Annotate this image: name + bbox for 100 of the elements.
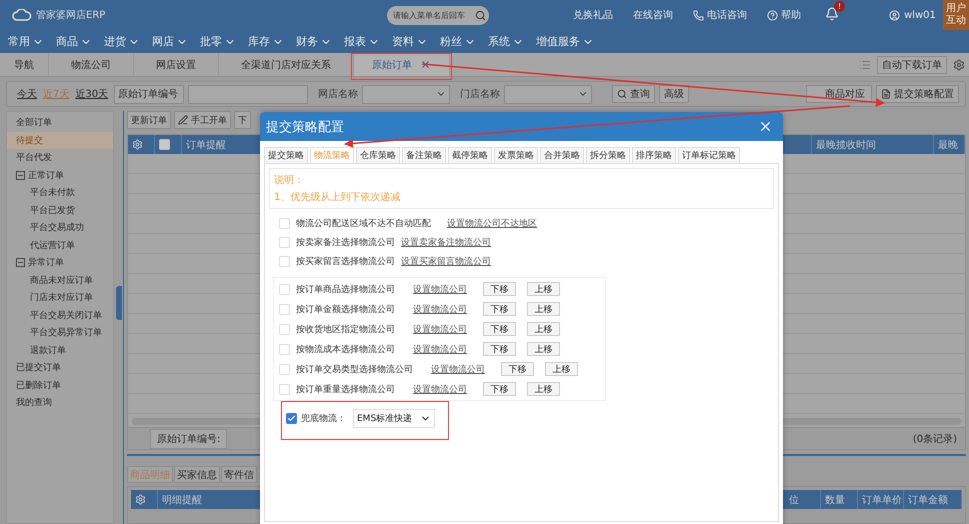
user-interaction-badge[interactable]: 用户 互动	[943, 0, 969, 30]
sidebar-item[interactable]: 平台已发货	[7, 202, 113, 219]
page-tab[interactable]: 导航	[0, 53, 49, 76]
header-link[interactable]: 兑换礼品	[573, 8, 613, 22]
settings-link[interactable]: 设置物流公司	[413, 282, 467, 296]
strategy-tab[interactable]: 拆分策略	[586, 147, 630, 164]
sidebar-item[interactable]: 全部订单	[7, 114, 113, 132]
sidebar-item[interactable]: 正常订单	[7, 166, 113, 184]
note-title: 说明：	[274, 174, 305, 187]
store-label: 门店名称	[460, 88, 500, 101]
checkbox[interactable]	[159, 139, 170, 150]
strategy-tab[interactable]: 仓库策略	[356, 147, 400, 164]
strategy-config-button[interactable]: 提交策略配置	[876, 85, 959, 103]
date-range-link[interactable]: 近30天	[75, 87, 108, 101]
checkbox[interactable]	[286, 413, 297, 424]
field-select[interactable]: 原始订单编号	[114, 84, 184, 104]
menu-item[interactable]: 批零	[200, 34, 236, 49]
sidebar-item[interactable]: 平台交易异常订单	[7, 324, 113, 342]
detail-tab[interactable]: 买家信息	[174, 466, 220, 483]
move-up-button[interactable]: 上移	[527, 342, 560, 356]
sidebar-item[interactable]: 平台交易关闭订单	[7, 306, 113, 324]
move-up-button[interactable]: 上移	[545, 362, 578, 376]
strategy-tab[interactable]: 订单标记策略	[678, 147, 740, 164]
strategy-tab[interactable]: 合并策略	[540, 147, 584, 164]
move-down-button[interactable]: 下移	[483, 382, 516, 396]
settings-link[interactable]: 设置物流公司	[431, 362, 485, 376]
settings-link[interactable]: 设置物流公司	[413, 382, 467, 396]
menu-item[interactable]: 进货	[104, 34, 140, 49]
page-tab[interactable]: 物流公司	[49, 53, 134, 76]
strategy-tab[interactable]: 排序策略	[632, 147, 676, 164]
page-tab[interactable]: 网店设置	[134, 53, 219, 76]
sidebar-item[interactable]: 平台代发	[7, 149, 113, 166]
move-up-button[interactable]: 上移	[527, 322, 560, 336]
settings-link[interactable]: 设置物流公司不达地区	[447, 217, 537, 230]
menu-item[interactable]: 粉丝	[440, 34, 476, 49]
settings-link[interactable]: 设置物流公司	[413, 342, 467, 356]
strategy-tab[interactable]: 发票策略	[494, 147, 538, 164]
fallback-select[interactable]: EMS标准快递	[353, 409, 435, 428]
menu-item[interactable]: 报表	[344, 34, 380, 49]
settings-link[interactable]: 设置物流公司	[413, 322, 467, 336]
strategy-tab[interactable]: 备注策略	[402, 147, 446, 164]
move-down-button[interactable]: 下移	[483, 302, 516, 316]
menu-item[interactable]: 财务	[296, 34, 332, 49]
auto-download-button[interactable]: 自动下载订单	[877, 56, 947, 74]
move-up-button[interactable]: 上移	[527, 382, 560, 396]
menu-search-field[interactable]: 请输入菜单名后回车	[387, 6, 489, 24]
collapse-handle[interactable]	[116, 286, 122, 320]
user-menu[interactable]: wlw01	[889, 10, 936, 20]
move-down-button[interactable]: 下移	[483, 322, 516, 336]
menu-item[interactable]: 库存	[248, 34, 284, 49]
sidebar-item[interactable]: 门店未对应订单	[7, 289, 113, 306]
header-link[interactable]: 帮助	[767, 8, 801, 22]
sidebar-item[interactable]: 已删除订单	[7, 376, 113, 394]
toolbar-button[interactable]: 更新订单	[127, 111, 171, 129]
toolbar-button[interactable]: 手工开单	[174, 111, 231, 129]
settings-icon[interactable]	[953, 58, 965, 70]
header-link[interactable]: 电话咨询	[693, 8, 747, 22]
shop-select[interactable]	[362, 84, 450, 104]
move-down-button[interactable]: 下移	[483, 282, 516, 296]
advanced-button[interactable]: 高级	[659, 85, 690, 103]
move-up-button[interactable]: 上移	[527, 282, 560, 296]
sidebar-item[interactable]: 异常订单	[7, 254, 113, 272]
document-icon	[881, 89, 891, 99]
sidebar-item[interactable]: 待提交	[7, 132, 113, 149]
close-icon[interactable]	[420, 59, 431, 70]
menu-item[interactable]: 商品	[56, 34, 92, 49]
sidebar-item[interactable]: 平台未付款	[7, 184, 113, 202]
close-icon[interactable]	[758, 119, 773, 134]
sidebar-item[interactable]: 平台交易成功	[7, 219, 113, 236]
settings-link[interactable]: 设置卖家备注物流公司	[401, 236, 491, 249]
bell-icon[interactable]	[825, 6, 839, 20]
sidebar-item[interactable]: 我的查询	[7, 394, 113, 412]
menu-item[interactable]: 资料	[392, 34, 428, 49]
sidebar-item[interactable]: 退款订单	[7, 342, 113, 359]
date-range-link[interactable]: 今天	[17, 87, 37, 101]
footer-label: 原始订单编号:	[150, 428, 228, 448]
sidebar-item[interactable]: 代运营订单	[7, 236, 113, 254]
detail-tab[interactable]: 寄件信	[221, 466, 257, 483]
sidebar-item[interactable]: 已提交订单	[7, 359, 113, 376]
menu-item[interactable]: 网店	[152, 34, 188, 49]
strategy-tab[interactable]: 截停策略	[448, 147, 492, 164]
strategy-tab[interactable]: 提交策略	[264, 147, 308, 164]
settings-link[interactable]: 设置物流公司	[413, 302, 467, 316]
header-link[interactable]: 在线咨询	[633, 8, 673, 22]
collapse-icon[interactable]	[16, 170, 25, 180]
keyword-field[interactable]	[188, 84, 308, 104]
store-select[interactable]	[504, 84, 592, 104]
menu-item[interactable]: 系统	[488, 34, 524, 49]
move-up-button[interactable]: 上移	[527, 302, 560, 316]
column-header: 订单单价	[858, 490, 904, 509]
sidebar-item[interactable]: 商品未对应订单	[7, 272, 113, 289]
settings-link[interactable]: 设置买家留言物流公司	[401, 255, 491, 268]
search-button[interactable]: 查询	[612, 85, 656, 103]
move-down-button[interactable]: 下移	[501, 362, 534, 376]
menu-item[interactable]: 常用	[8, 34, 44, 49]
collapse-icon[interactable]	[16, 258, 25, 268]
menu-item[interactable]: 增值服务	[536, 34, 594, 49]
toolbar-button[interactable]: 下	[234, 111, 251, 129]
product-match-button[interactable]: 商品对应	[806, 85, 872, 103]
move-down-button[interactable]: 下移	[483, 342, 516, 356]
